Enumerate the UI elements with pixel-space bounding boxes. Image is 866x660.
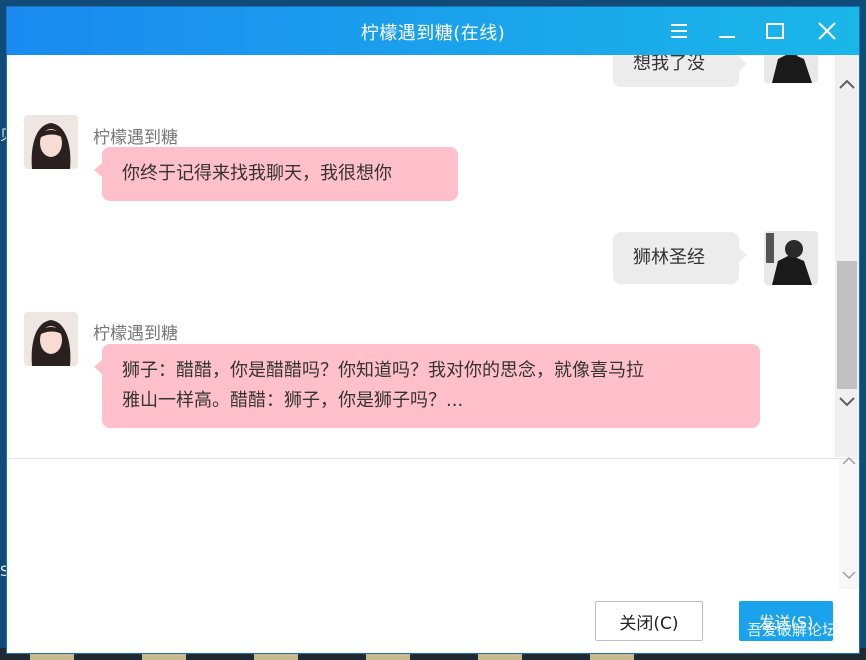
female-avatar[interactable] (24, 115, 78, 169)
watermark: 吾爱破解论坛 www.52pojie.cn (747, 621, 842, 653)
menu-icon (671, 24, 687, 38)
sender-name: 柠檬遇到糖 (93, 324, 178, 344)
message-text-line: 狮子：醋醋，你是醋醋吗？你知道吗？我对你的思念，就像喜马拉 (122, 360, 644, 381)
message-text: 想我了没 (633, 55, 705, 74)
close-window-button[interactable] (803, 7, 851, 55)
message-text: 狮林圣经 (633, 247, 705, 268)
scroll-down-button[interactable] (835, 389, 859, 415)
message-bubble: 狮子：醋醋，你是醋醋吗？你知道吗？我对你的思念，就像喜马拉 雅山一样高。醋醋：狮… (94, 344, 760, 428)
maximize-button[interactable] (751, 7, 799, 55)
message-scrollbar[interactable] (835, 55, 859, 457)
message-text-line: 雅山一样高。醋醋：狮子，你是狮子吗？... (122, 390, 464, 411)
minimize-icon (719, 36, 735, 38)
scroll-up-button[interactable] (835, 71, 859, 97)
scrollbar-thumb[interactable] (837, 261, 857, 389)
male-avatar[interactable] (764, 55, 818, 83)
message-bubble: 想我了没 (613, 55, 747, 87)
maximize-icon (766, 23, 784, 39)
close-icon (818, 22, 836, 40)
message-list[interactable]: 想我了没 柠檬遇到糖 你终于记得来找我聊天，我很想你 狮林圣经 柠檬遇到糖 狮子… (7, 55, 834, 457)
male-avatar[interactable] (764, 231, 818, 285)
title-bar[interactable]: 柠檬遇到糖(在线) (7, 7, 859, 55)
close-button[interactable]: 关闭(C) (595, 601, 703, 641)
chat-window: 柠檬遇到糖(在线) 想我了没 柠檬遇到糖 你终于记得来找我聊天，我很想你 狮林圣… (7, 7, 859, 653)
chevron-up-icon (842, 457, 856, 465)
message-text: 你终于记得来找我聊天，我很想你 (122, 163, 392, 184)
message-bubble: 你终于记得来找我聊天，我很想你 (94, 147, 458, 201)
minimize-button[interactable] (703, 7, 751, 55)
message-input[interactable] (7, 459, 859, 653)
menu-button[interactable] (655, 7, 703, 55)
chevron-down-icon (842, 571, 856, 579)
input-scrollbar[interactable] (839, 457, 859, 589)
sender-name: 柠檬遇到糖 (93, 128, 178, 148)
female-avatar[interactable] (24, 312, 78, 366)
chevron-up-icon (839, 79, 855, 89)
message-bubble: 狮林圣经 (613, 232, 747, 284)
chevron-down-icon (839, 397, 855, 407)
